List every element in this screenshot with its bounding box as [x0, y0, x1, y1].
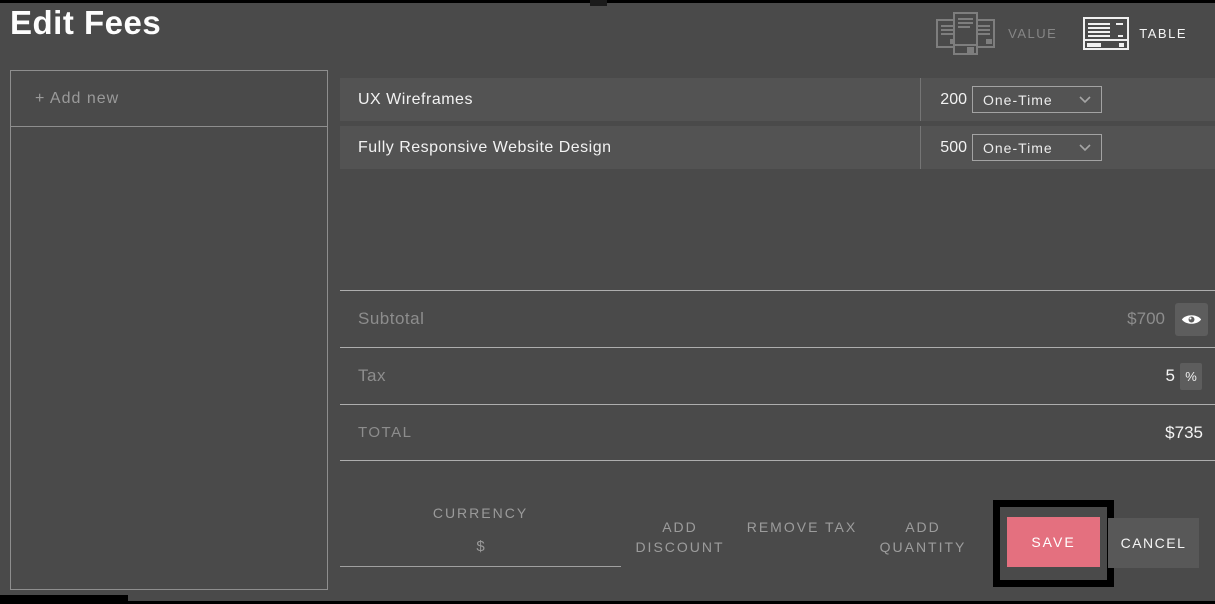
view-toggle: VALUE TABLE: [932, 10, 1187, 56]
add-new-fee-button[interactable]: + Add new: [11, 71, 327, 127]
table-list-icon: [1083, 17, 1129, 50]
add-new-fee-label: + Add new: [35, 90, 119, 108]
view-table-button[interactable]: TABLE: [1083, 17, 1187, 50]
edit-fees-screen: Edit Fees: [0, 0, 1215, 604]
view-value-button[interactable]: VALUE: [932, 10, 1057, 56]
add-quantity-button[interactable]: ADD QUANTITY: [867, 517, 979, 559]
page-title: Edit Fees: [10, 4, 161, 42]
total-row: TOTAL $735: [340, 405, 1215, 461]
billing-select[interactable]: One-Time: [972, 86, 1102, 113]
value-cards-icon: [932, 10, 998, 56]
subtotal-value: $700: [1127, 309, 1165, 329]
chevron-down-icon: [1079, 144, 1091, 152]
fee-amount-input[interactable]: 500: [921, 139, 967, 157]
top-edge-line: [0, 0, 1215, 3]
subtotal-label: Subtotal: [358, 309, 424, 329]
add-discount-button[interactable]: ADD DISCOUNT: [624, 517, 736, 559]
cancel-button[interactable]: CANCEL: [1108, 518, 1199, 568]
top-tick-mark: [590, 0, 607, 6]
view-value-label: VALUE: [1008, 26, 1057, 41]
tax-label: Tax: [358, 366, 386, 386]
total-value: $735: [1165, 423, 1203, 443]
fee-amount-input[interactable]: 200: [921, 91, 967, 109]
total-label: TOTAL: [358, 424, 412, 441]
toggle-subtotal-visibility-button[interactable]: [1175, 303, 1208, 336]
eye-icon: [1181, 312, 1202, 327]
fee-price-cell: 500 One-Time: [920, 126, 1215, 169]
billing-select-value: One-Time: [983, 92, 1053, 108]
fee-price-cell: 200 One-Time: [920, 78, 1215, 121]
tax-row: Tax 5 %: [340, 348, 1215, 405]
save-button[interactable]: SAVE: [1007, 517, 1100, 567]
currency-label: CURRENCY: [340, 505, 621, 521]
fee-name-input[interactable]: Fully Responsive Website Design: [340, 126, 920, 169]
remove-tax-button[interactable]: REMOVE TAX: [746, 517, 858, 559]
fees-main-panel: UX Wireframes 200 One-Time Fully Respons…: [340, 70, 1215, 604]
fee-name-input[interactable]: UX Wireframes: [340, 78, 920, 121]
currency-underline: [340, 566, 621, 567]
summary-section: Subtotal $700 Tax 5 % TOTAL: [340, 290, 1215, 461]
tax-percent-button[interactable]: %: [1180, 363, 1202, 390]
currency-input[interactable]: $: [340, 538, 621, 555]
fee-row: UX Wireframes 200 One-Time: [340, 78, 1215, 121]
view-table-label: TABLE: [1139, 26, 1187, 41]
fee-row: Fully Responsive Website Design 500 One-…: [340, 126, 1215, 169]
fees-sidebar: + Add new: [10, 70, 328, 590]
subtotal-row: Subtotal $700: [340, 291, 1215, 348]
billing-select-value: One-Time: [983, 140, 1053, 156]
billing-select[interactable]: One-Time: [972, 134, 1102, 161]
tax-value-input[interactable]: 5: [1166, 366, 1175, 386]
chevron-down-icon: [1079, 96, 1091, 104]
